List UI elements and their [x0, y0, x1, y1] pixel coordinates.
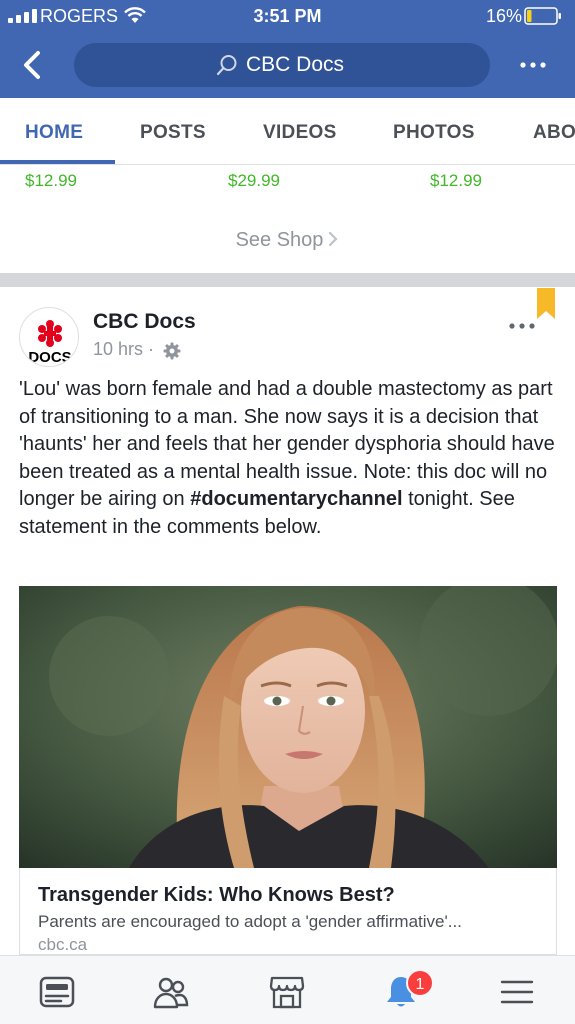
shop-item-price[interactable]: $29.99 — [228, 171, 280, 191]
nav-menu[interactable] — [492, 966, 542, 1016]
battery-icon — [524, 7, 561, 25]
post-author-name[interactable]: CBC Docs — [93, 310, 196, 334]
search-query-text: CBC Docs — [246, 53, 345, 76]
bookmark-icon[interactable] — [536, 288, 556, 320]
tab-photos[interactable]: PHOTOS — [393, 122, 475, 144]
audience-gear-icon — [163, 342, 181, 360]
bottom-navigation — [0, 955, 575, 1024]
active-tab-indicator — [0, 160, 115, 164]
notification-count-badge: 1 — [406, 969, 434, 997]
friends-icon — [153, 977, 189, 1009]
see-shop-label: See Shop — [235, 229, 324, 251]
see-shop-link[interactable]: See Shop — [0, 229, 575, 252]
hashtag-link[interactable]: #documentarychannel — [190, 488, 402, 510]
tab-home[interactable]: HOME — [25, 122, 83, 144]
nav-friends[interactable] — [146, 966, 196, 1016]
back-chevron-icon[interactable] — [18, 49, 46, 81]
cbc-logo-icon: DOCS — [28, 320, 72, 366]
tab-videos[interactable]: VIDEOS — [263, 122, 337, 144]
marketplace-icon — [269, 976, 305, 1009]
battery-percentage: 16% — [486, 6, 523, 26]
tab-about[interactable]: ABO — [533, 122, 575, 144]
avatar-docs-text: DOCS — [28, 349, 71, 366]
nav-marketplace[interactable] — [262, 966, 312, 1016]
shop-item-price[interactable]: $12.99 — [25, 171, 77, 191]
chevron-right-icon — [329, 231, 338, 247]
portrait-image — [19, 586, 557, 868]
post-options-icon[interactable] — [508, 319, 536, 333]
meta-separator: · — [148, 339, 155, 359]
shop-section: $12.99 $29.99 $12.99 See Shop — [0, 165, 575, 273]
link-description: Parents are encouraged to adopt a 'gende… — [38, 912, 462, 931]
post-body-text: 'Lou' was born female and had a double m… — [19, 376, 559, 542]
search-bar[interactable]: CBC Docs — [74, 43, 490, 87]
tab-posts[interactable]: POSTS — [140, 122, 206, 144]
link-domain: cbc.ca — [38, 935, 88, 954]
section-divider — [0, 273, 575, 287]
shop-item-price[interactable]: $12.99 — [430, 171, 482, 191]
link-preview-image[interactable] — [19, 586, 557, 868]
post-time-ago: 10 hrs — [93, 339, 144, 359]
nav-news-feed[interactable] — [32, 966, 82, 1016]
page-avatar[interactable]: DOCS — [19, 307, 79, 367]
status-bar: ROGERS 3:51 PM 16% — [0, 0, 575, 34]
link-preview-card[interactable]: Transgender Kids: Who Knows Best? Parent… — [19, 868, 557, 955]
menu-icon — [500, 980, 534, 1004]
page-tabs: HOME POSTS VIDEOS PHOTOS ABO — [0, 98, 575, 165]
news-feed-icon — [39, 976, 75, 1008]
search-icon — [216, 55, 237, 76]
post-timestamp[interactable]: 10 hrs · — [93, 339, 154, 360]
feed-post: DOCS CBC Docs 10 hrs · 'Lou' was born fe… — [0, 287, 575, 955]
more-options-icon[interactable] — [518, 55, 548, 75]
link-title: Transgender Kids: Who Knows Best? — [38, 884, 395, 906]
top-bar: ROGERS 3:51 PM 16% CBC Docs — [0, 0, 575, 98]
